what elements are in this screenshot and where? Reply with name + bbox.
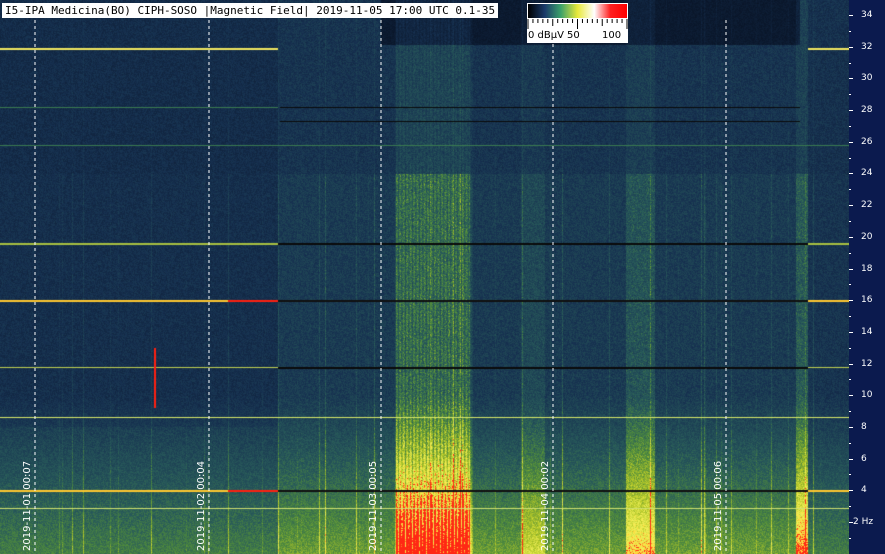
y-tick-mark — [849, 426, 853, 428]
x-marker-label: 2019-11-04 00:02 — [540, 460, 551, 551]
y-tick-label: 12 — [861, 358, 873, 369]
y-minor-tick — [849, 189, 851, 191]
colorbar-label-mid: 50 — [567, 30, 580, 41]
y-minor-tick — [849, 379, 851, 381]
y-minor-tick — [849, 220, 851, 222]
spectrogram-chart: I5-IPA Medicina(BO) CIPH-SOSO |Magnetic … — [0, 0, 885, 554]
y-tick-label: 14 — [861, 326, 873, 337]
y-tick-mark — [849, 363, 853, 365]
y-tick-mark — [849, 78, 853, 80]
y-minor-tick — [849, 442, 851, 444]
y-minor-tick — [849, 316, 851, 318]
x-marker-label: 2019-11-01 00:07 — [22, 460, 33, 551]
y-tick-mark — [849, 205, 853, 207]
y-tick-label: 4 — [861, 485, 867, 496]
y-minor-tick — [849, 506, 851, 508]
y-tick-mark — [849, 236, 853, 238]
y-tick-mark — [849, 458, 853, 460]
y-minor-tick — [849, 157, 851, 159]
y-tick-mark — [849, 268, 853, 270]
y-tick-mark — [849, 141, 853, 143]
y-minor-tick — [849, 284, 851, 286]
y-tick-label: 32 — [861, 41, 873, 52]
colorbar-label-max: 100 — [602, 30, 622, 41]
y-tick-label: 10 — [861, 390, 873, 401]
y-tick-label: 34 — [861, 10, 873, 20]
y-tick-mark — [849, 46, 853, 48]
y-tick-mark — [849, 300, 853, 302]
y-tick-mark — [849, 522, 853, 523]
y-minor-tick — [849, 537, 851, 539]
colorbar: 0 dBµV 50 100 — [527, 3, 628, 43]
colorbar-label-min: 0 dBµV — [528, 30, 564, 41]
y-tick-label: 2 Hz — [853, 517, 874, 527]
frequency-axis: 2 Hz 4 6 8 10 12 14 16 18 20 22 24 26 28 30 32 34 — [849, 0, 885, 554]
x-marker-label: 2019-11-02 00:04 — [196, 460, 207, 551]
x-marker-label: 2019-11-03 00:05 — [368, 460, 379, 551]
y-minor-tick — [849, 94, 851, 96]
y-minor-tick — [849, 474, 851, 476]
y-minor-tick — [849, 125, 851, 127]
y-tick-mark — [849, 173, 853, 175]
y-tick-label: 24 — [861, 168, 873, 179]
y-tick-mark — [849, 15, 853, 16]
y-tick-label: 8 — [861, 421, 867, 432]
y-tick-label: 22 — [861, 200, 873, 211]
y-tick-mark — [849, 490, 853, 492]
y-tick-label: 6 — [861, 453, 867, 464]
y-minor-tick — [849, 62, 851, 64]
x-marker-label: 2019-11-05 00:06 — [713, 460, 724, 551]
y-tick-label: 16 — [861, 295, 873, 306]
y-tick-label: 26 — [861, 136, 873, 147]
y-tick-label: 18 — [861, 263, 873, 274]
y-tick-label: 28 — [861, 105, 873, 116]
y-tick-label: 30 — [861, 73, 873, 84]
y-tick-label: 20 — [861, 231, 873, 242]
y-tick-mark — [849, 110, 853, 112]
y-minor-tick — [849, 30, 851, 32]
y-minor-tick — [849, 252, 851, 254]
y-tick-mark — [849, 395, 853, 397]
y-minor-tick — [849, 411, 851, 413]
chart-title: I5-IPA Medicina(BO) CIPH-SOSO |Magnetic … — [2, 3, 499, 18]
y-minor-tick — [849, 347, 851, 349]
y-tick-mark — [849, 331, 853, 333]
